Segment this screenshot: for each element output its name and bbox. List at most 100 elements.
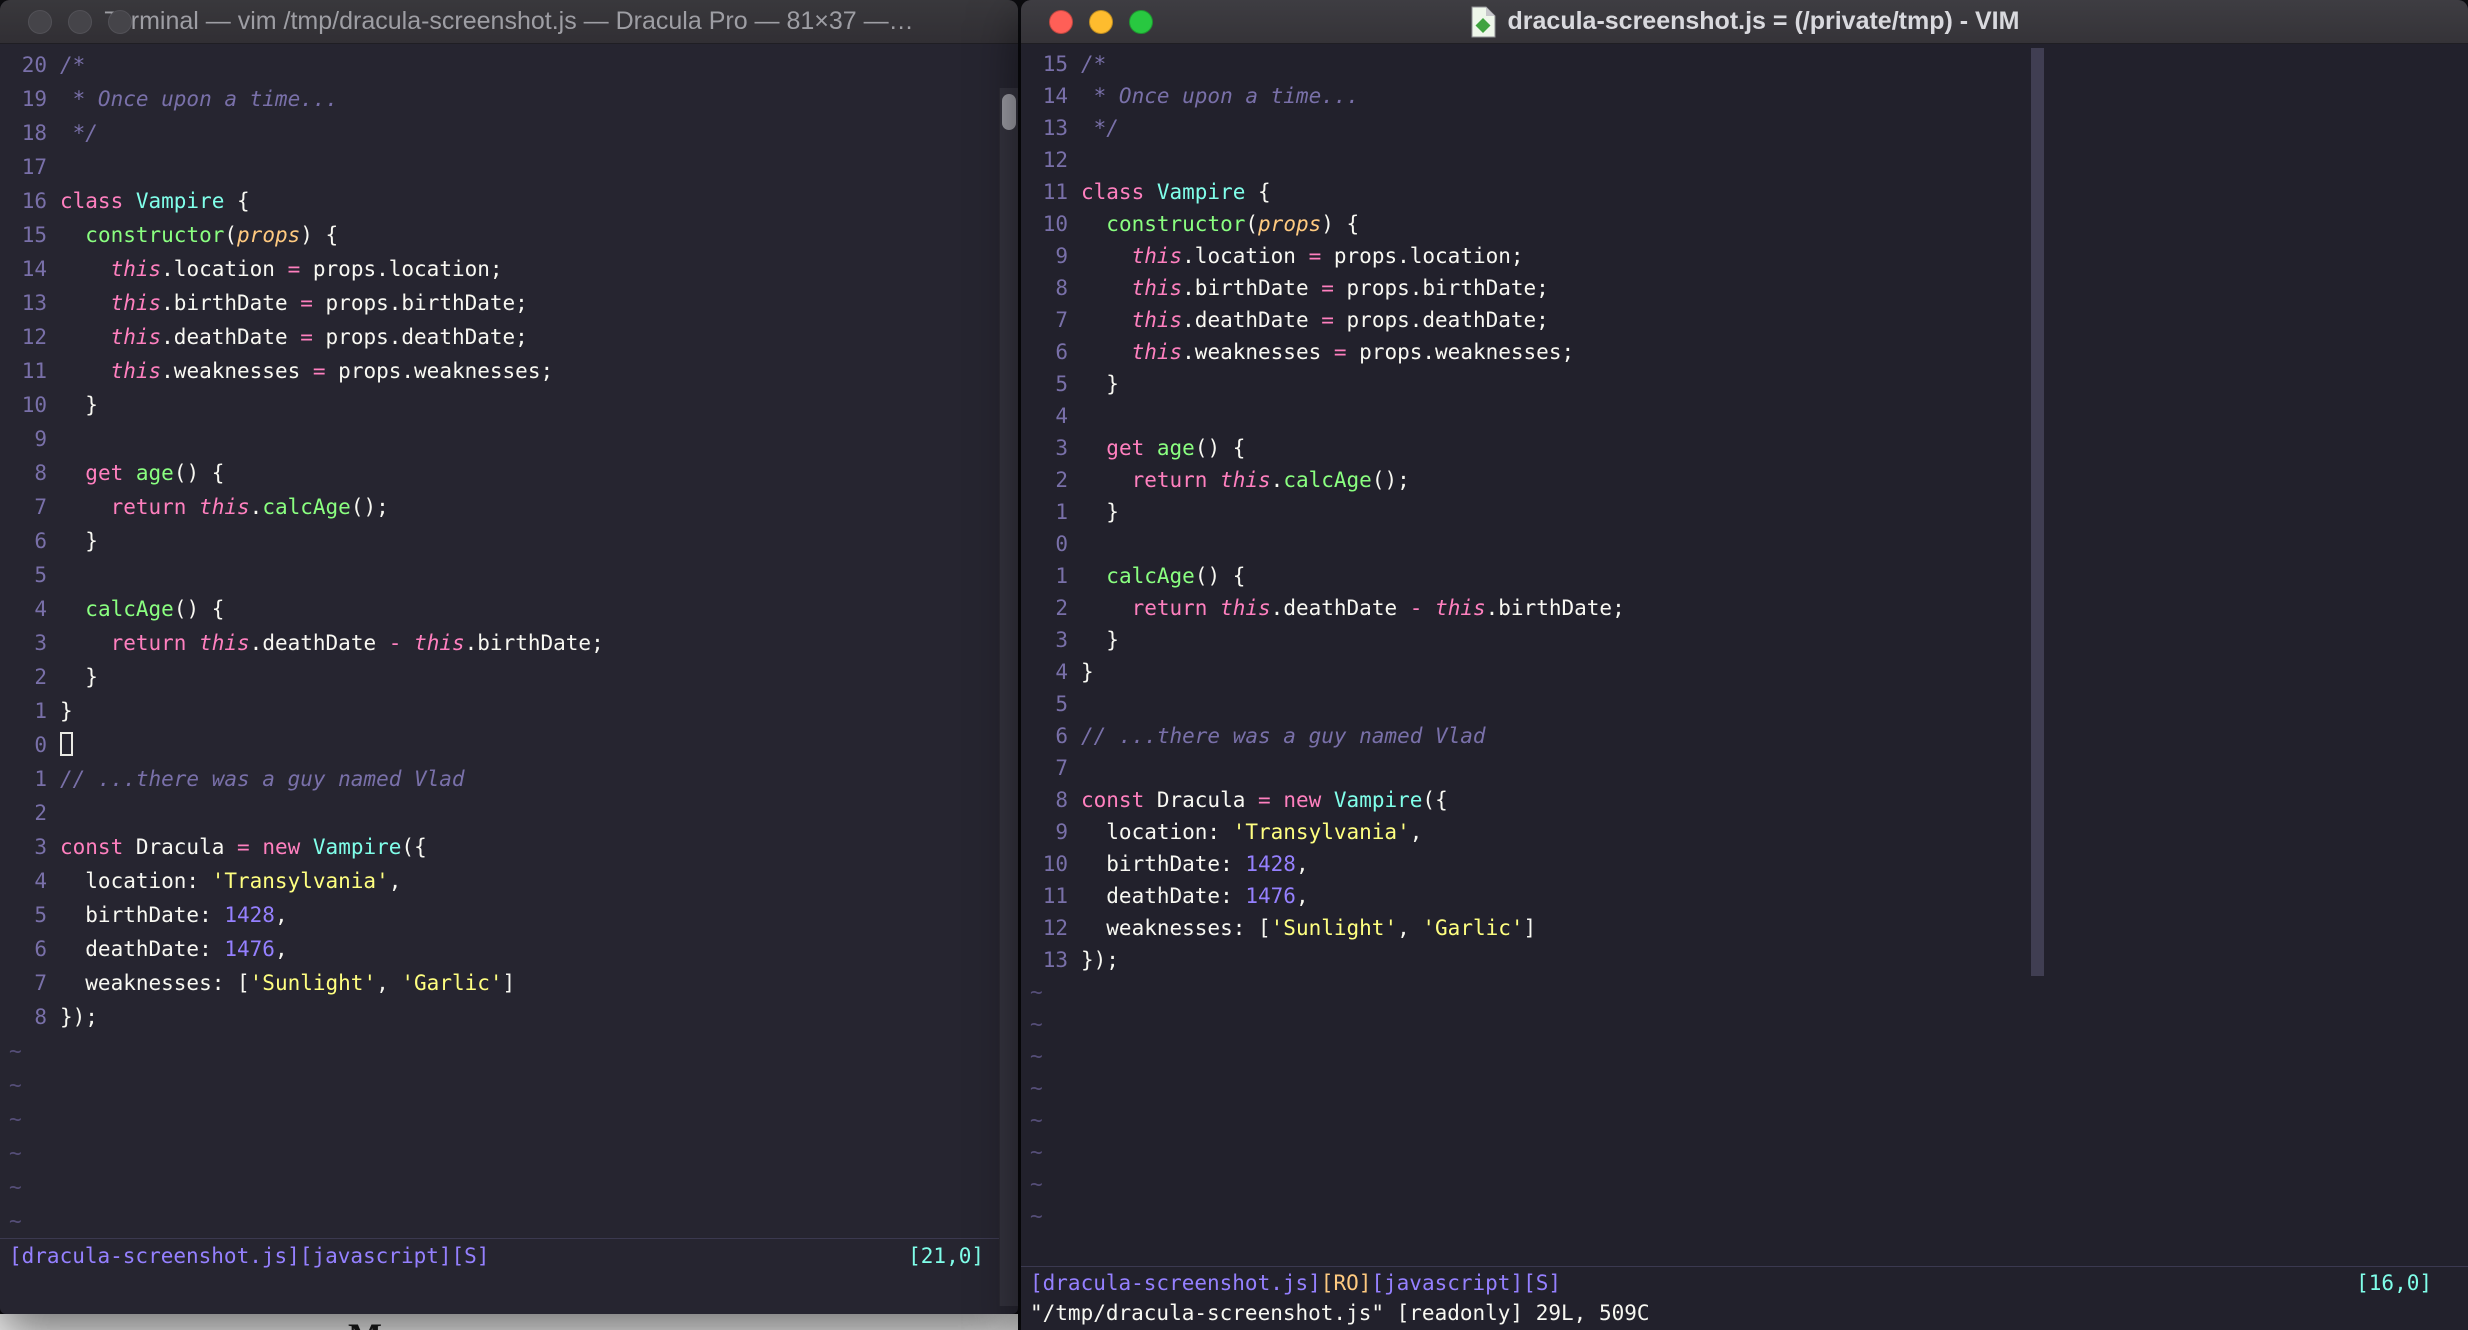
code-line[interactable]: 1 calcAge() { xyxy=(1021,560,2468,592)
code-line[interactable]: 18 */ xyxy=(0,116,1018,150)
code-line[interactable]: 12 weaknesses: ['Sunlight', 'Garlic'] xyxy=(1021,912,2468,944)
code-text: calcAge() { xyxy=(60,592,224,626)
code-line[interactable]: 8 get age() { xyxy=(0,456,1018,490)
code-line[interactable]: 15 constructor(props) { xyxy=(0,218,1018,252)
code-line[interactable]: 14 * Once upon a time... xyxy=(1021,80,2468,112)
code-line[interactable]: 3 return this.deathDate - this.birthDate… xyxy=(0,626,1018,660)
code-token: props.deathDate; xyxy=(312,325,528,349)
code-line[interactable]: 1 } xyxy=(1021,496,2468,528)
code-line[interactable]: 12 this.deathDate = props.deathDate; xyxy=(0,320,1018,354)
code-line[interactable]: 10 } xyxy=(0,388,1018,422)
line-number: 7 xyxy=(34,495,47,519)
code-line[interactable]: 5 xyxy=(1021,688,2468,720)
code-token: this xyxy=(110,257,162,281)
code-line[interactable]: 7 xyxy=(1021,752,2468,784)
line-number: 15 xyxy=(1042,52,1068,76)
code-line[interactable]: 5 xyxy=(0,558,1018,592)
code-text: this.birthDate = props.birthDate; xyxy=(60,286,528,320)
code-line[interactable]: 17 xyxy=(0,150,1018,184)
code-token: = xyxy=(287,257,301,281)
zoom-button[interactable] xyxy=(108,10,132,34)
code-token: .deathDate xyxy=(1270,596,1410,620)
code-line[interactable]: 4 calcAge() { xyxy=(0,592,1018,626)
code-line[interactable]: 9 xyxy=(0,422,1018,456)
minimize-button[interactable] xyxy=(68,10,92,34)
tilde: ~ xyxy=(9,1107,22,1131)
code-line[interactable]: 3 const Dracula = new Vampire({ xyxy=(0,830,1018,864)
code-line[interactable]: 3 } xyxy=(1021,624,2468,656)
code-line[interactable]: 11 class Vampire { xyxy=(1021,176,2468,208)
code-line[interactable]: 14 this.location = props.location; xyxy=(0,252,1018,286)
line-number: 5 xyxy=(1055,372,1068,396)
close-button[interactable] xyxy=(28,10,52,34)
code-line[interactable]: 11 deathDate: 1476, xyxy=(1021,880,2468,912)
code-line[interactable]: 10 constructor(props) { xyxy=(1021,208,2468,240)
code-line[interactable]: 4 location: 'Transylvania', xyxy=(0,864,1018,898)
code-line[interactable]: 8 this.birthDate = props.birthDate; xyxy=(1021,272,2468,304)
left-editor-buffer[interactable]: 20/* 19 * Once upon a time... 18 */17 16 cla… xyxy=(0,44,1018,1238)
code-line[interactable]: 16 class Vampire { xyxy=(0,184,1018,218)
code-line[interactable]: 7 return this.calcAge(); xyxy=(0,490,1018,524)
code-line[interactable]: 0 xyxy=(0,728,1018,762)
code-line[interactable]: 6 } xyxy=(0,524,1018,558)
code-line[interactable]: 2 return this.calcAge(); xyxy=(1021,464,2468,496)
code-text: return this.deathDate - this.birthDate; xyxy=(1081,592,1625,624)
line-number: 19 xyxy=(21,87,47,111)
code-line[interactable]: 6 this.weaknesses = props.weaknesses; xyxy=(1021,336,2468,368)
code-line[interactable]: 3 get age() { xyxy=(1021,432,2468,464)
code-token: * Once upon a time... xyxy=(1081,84,1360,108)
code-line[interactable]: 11 this.weaknesses = props.weaknesses; xyxy=(0,354,1018,388)
line-number: 1 xyxy=(1055,564,1068,588)
code-text: this.location = props.location; xyxy=(1081,240,1524,272)
code-line[interactable]: 6 // ...there was a guy named Vlad xyxy=(1021,720,2468,752)
code-line[interactable]: 9 this.location = props.location; xyxy=(1021,240,2468,272)
terminal-titlebar[interactable]: Terminal — vim /tmp/dracula-screenshot.j… xyxy=(0,0,1018,44)
code-line[interactable]: 15 /* xyxy=(1021,48,2468,80)
code-token: Vampire xyxy=(135,189,225,213)
zoom-button[interactable] xyxy=(1129,10,1153,34)
code-token: location: xyxy=(60,869,212,893)
code-line[interactable]: 12 xyxy=(1021,144,2468,176)
code-line[interactable]: 20 /* xyxy=(0,48,1018,82)
code-line[interactable]: 13 */ xyxy=(1021,112,2468,144)
right-editor-buffer[interactable]: 15/* 14 * Once upon a time... 13 */12 11 cla… xyxy=(1021,44,2468,1232)
code-line[interactable]: 1 // ...there was a guy named Vlad xyxy=(0,762,1018,796)
code-line[interactable]: 6 deathDate: 1476, xyxy=(0,932,1018,966)
code-line[interactable]: 19 * Once upon a time... xyxy=(0,82,1018,116)
code-line[interactable]: 4} xyxy=(1021,656,2468,688)
code-line[interactable]: 5 } xyxy=(1021,368,2468,400)
code-line[interactable]: 13 this.birthDate = props.birthDate; xyxy=(0,286,1018,320)
code-line[interactable]: 13}); xyxy=(1021,944,2468,976)
code-token: 'Garlic' xyxy=(1422,916,1524,940)
minimize-button[interactable] xyxy=(1089,10,1113,34)
code-line[interactable]: 10 birthDate: 1428, xyxy=(1021,848,2468,880)
close-button[interactable] xyxy=(1049,10,1073,34)
code-token: location: xyxy=(1081,820,1233,844)
code-line[interactable]: 7 this.deathDate = props.deathDate; xyxy=(1021,304,2468,336)
code-line[interactable]: 0 xyxy=(1021,528,2468,560)
tilde-row: ~ xyxy=(1021,1136,2468,1168)
code-line[interactable]: 7 weaknesses: ['Sunlight', 'Garlic'] xyxy=(0,966,1018,1000)
line-number: 4 xyxy=(34,869,47,893)
code-token: Dracula xyxy=(135,835,238,859)
code-token: ( xyxy=(224,223,238,247)
code-line[interactable]: 8}); xyxy=(0,1000,1018,1034)
code-token: this xyxy=(1131,340,1183,364)
code-text: get age() { xyxy=(1081,432,1245,464)
macvim-titlebar[interactable]: dracula-screenshot.js = (/private/tmp) -… xyxy=(1021,0,2468,44)
code-line[interactable]: 2 xyxy=(0,796,1018,830)
code-text: get age() { xyxy=(60,456,224,490)
code-line[interactable]: 2 return this.deathDate - this.birthDate… xyxy=(1021,592,2468,624)
code-line[interactable]: 8 const Dracula = new Vampire({ xyxy=(1021,784,2468,816)
code-token: , xyxy=(1409,820,1423,844)
code-token: } xyxy=(1081,628,1119,652)
line-number: 5 xyxy=(34,563,47,587)
code-line[interactable]: 5 birthDate: 1428, xyxy=(0,898,1018,932)
code-line[interactable]: 2 } xyxy=(0,660,1018,694)
code-token: // ...there was a guy named Vlad xyxy=(1081,724,1486,748)
code-token: 1476 xyxy=(1245,884,1296,908)
code-line[interactable]: 4 xyxy=(1021,400,2468,432)
code-line[interactable]: 1} xyxy=(0,694,1018,728)
code-line[interactable]: 9 location: 'Transylvania', xyxy=(1021,816,2468,848)
